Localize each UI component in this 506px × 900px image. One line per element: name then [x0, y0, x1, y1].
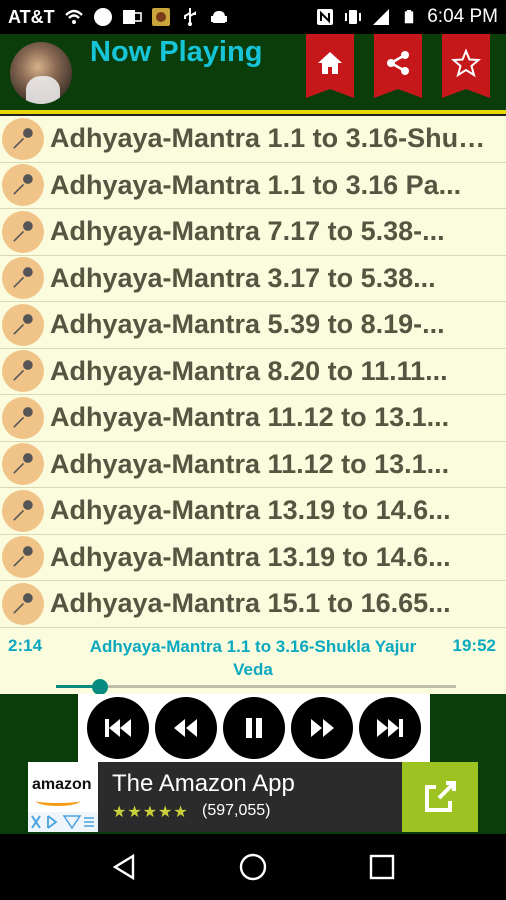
wifi-icon: [64, 7, 84, 27]
share-button[interactable]: [374, 34, 422, 98]
list-item[interactable]: Adhyaya-Mantra 7.17 to 5.38-...: [0, 209, 506, 256]
track-title: Adhyaya-Mantra 15.1 to 16.65...: [50, 588, 451, 619]
nfc-icon: [315, 7, 335, 27]
back-icon[interactable]: [109, 852, 139, 882]
list-item[interactable]: Adhyaya-Mantra 11.12 to 13.1...: [0, 395, 506, 442]
ad-open-button[interactable]: [402, 762, 478, 832]
now-playing-title: Adhyaya-Mantra 1.1 to 3.16-Shukla Yajur …: [89, 637, 417, 679]
microphone-icon: [2, 582, 44, 625]
android-debug-icon: [209, 7, 229, 27]
ad-title: The Amazon App: [112, 770, 295, 797]
signal-icon: [371, 7, 391, 27]
status-bar: AT&T 6:04 PM: [0, 0, 506, 34]
total-duration: 19:52: [452, 636, 496, 655]
microphone-icon: [2, 489, 44, 532]
ad-container: amazon The Amazon App ★★★★★ (597,055): [0, 762, 506, 834]
seek-bar[interactable]: [56, 679, 456, 695]
page-title: Now Playing: [90, 36, 263, 68]
track-title: Adhyaya-Mantra 11.12 to 13.1...: [50, 402, 450, 433]
elapsed-time: 2:14: [8, 636, 43, 655]
track-title: Adhyaya-Mantra 1.1 to 3.16-Shukla Yajur …: [50, 123, 500, 154]
track-list[interactable]: Adhyaya-Mantra 1.1 to 3.16-Shukla Yajur …: [0, 116, 506, 628]
external-link-icon: [425, 781, 456, 812]
rating-stars: ★★★★★: [112, 804, 189, 821]
usb-icon: [180, 7, 200, 27]
ad-logo-text: amazon: [32, 776, 92, 793]
pause-button[interactable]: [223, 697, 285, 759]
skip-next-icon: [377, 719, 403, 737]
microphone-icon: [2, 396, 44, 439]
track-title: Adhyaya-Mantra 13.19 to 14.6...: [50, 495, 451, 526]
seek-thumb[interactable]: [92, 679, 108, 695]
outlook-icon: [122, 7, 142, 27]
microphone-icon: [2, 443, 44, 486]
home-circle-icon[interactable]: [238, 852, 268, 882]
list-item[interactable]: Adhyaya-Mantra 11.12 to 13.1...: [0, 442, 506, 488]
battery-icon: [399, 7, 419, 27]
list-item[interactable]: Adhyaya-Mantra 5.39 to 8.19-...: [0, 302, 506, 349]
microphone-icon: [2, 210, 44, 253]
favorite-button[interactable]: [442, 34, 490, 98]
microphone-icon: [2, 536, 44, 579]
rewind-icon: [174, 719, 197, 737]
track-title: Adhyaya-Mantra 1.1 to 3.16 Pa...: [50, 169, 462, 200]
microphone-icon: [2, 350, 44, 393]
adchoices-icon: [28, 812, 98, 832]
list-item[interactable]: Adhyaya-Mantra 1.1 to 3.16 Pa...: [0, 163, 506, 209]
ad-banner[interactable]: amazon The Amazon App ★★★★★ (597,055): [28, 762, 478, 832]
skip-previous-button[interactable]: [87, 697, 149, 759]
track-title: Adhyaya-Mantra 13.19 to 14.6...: [50, 541, 451, 572]
amazon-smile-icon: [36, 796, 80, 806]
fast-forward-button[interactable]: [291, 697, 353, 759]
app-notification-icon: [151, 7, 171, 27]
app-header: Now Playing: [0, 34, 506, 110]
skip-next-button[interactable]: [359, 697, 421, 759]
microphone-icon: [2, 303, 44, 346]
list-item[interactable]: Adhyaya-Mantra 8.20 to 11.11...: [0, 349, 506, 395]
microphone-icon: [2, 117, 44, 160]
star-icon: [451, 48, 481, 78]
vibrate-icon: [343, 7, 363, 27]
player-controls: [78, 694, 430, 762]
list-item[interactable]: Adhyaya-Mantra 15.1 to 16.65...: [0, 581, 506, 628]
system-nav-bar: [0, 834, 506, 900]
fast-forward-icon: [311, 719, 334, 737]
home-button[interactable]: [306, 34, 354, 98]
circle-icon: [93, 7, 113, 27]
rewind-button[interactable]: [155, 697, 217, 759]
list-item[interactable]: Adhyaya-Mantra 13.19 to 14.6...: [0, 535, 506, 581]
carrier-label: AT&T: [8, 6, 55, 27]
share-icon: [387, 51, 409, 75]
amazon-logo: amazon: [28, 762, 98, 832]
home-icon: [318, 52, 342, 74]
list-item[interactable]: Adhyaya-Mantra 3.17 to 5.38...: [0, 256, 506, 302]
track-title: Adhyaya-Mantra 8.20 to 11.11...: [50, 355, 448, 386]
track-title: Adhyaya-Mantra 3.17 to 5.38...: [50, 262, 436, 293]
now-playing-bar: 2:14 Adhyaya-Mantra 1.1 to 3.16-Shukla Y…: [0, 628, 506, 695]
list-item[interactable]: Adhyaya-Mantra 1.1 to 3.16-Shukla Yajur …: [0, 116, 506, 163]
list-item[interactable]: Adhyaya-Mantra 13.19 to 14.6...: [0, 488, 506, 535]
microphone-icon: [2, 257, 44, 300]
status-time: 6:04 PM: [427, 6, 498, 27]
pause-icon: [246, 718, 262, 738]
track-title: Adhyaya-Mantra 11.12 to 13.1...: [50, 448, 450, 479]
track-title: Adhyaya-Mantra 5.39 to 8.19-...: [50, 309, 445, 340]
recents-icon[interactable]: [367, 852, 397, 882]
review-count: (597,055): [202, 802, 271, 819]
microphone-icon: [2, 164, 44, 207]
track-title: Adhyaya-Mantra 7.17 to 5.38-...: [50, 216, 445, 247]
avatar: [10, 42, 72, 104]
skip-previous-icon: [105, 719, 131, 737]
